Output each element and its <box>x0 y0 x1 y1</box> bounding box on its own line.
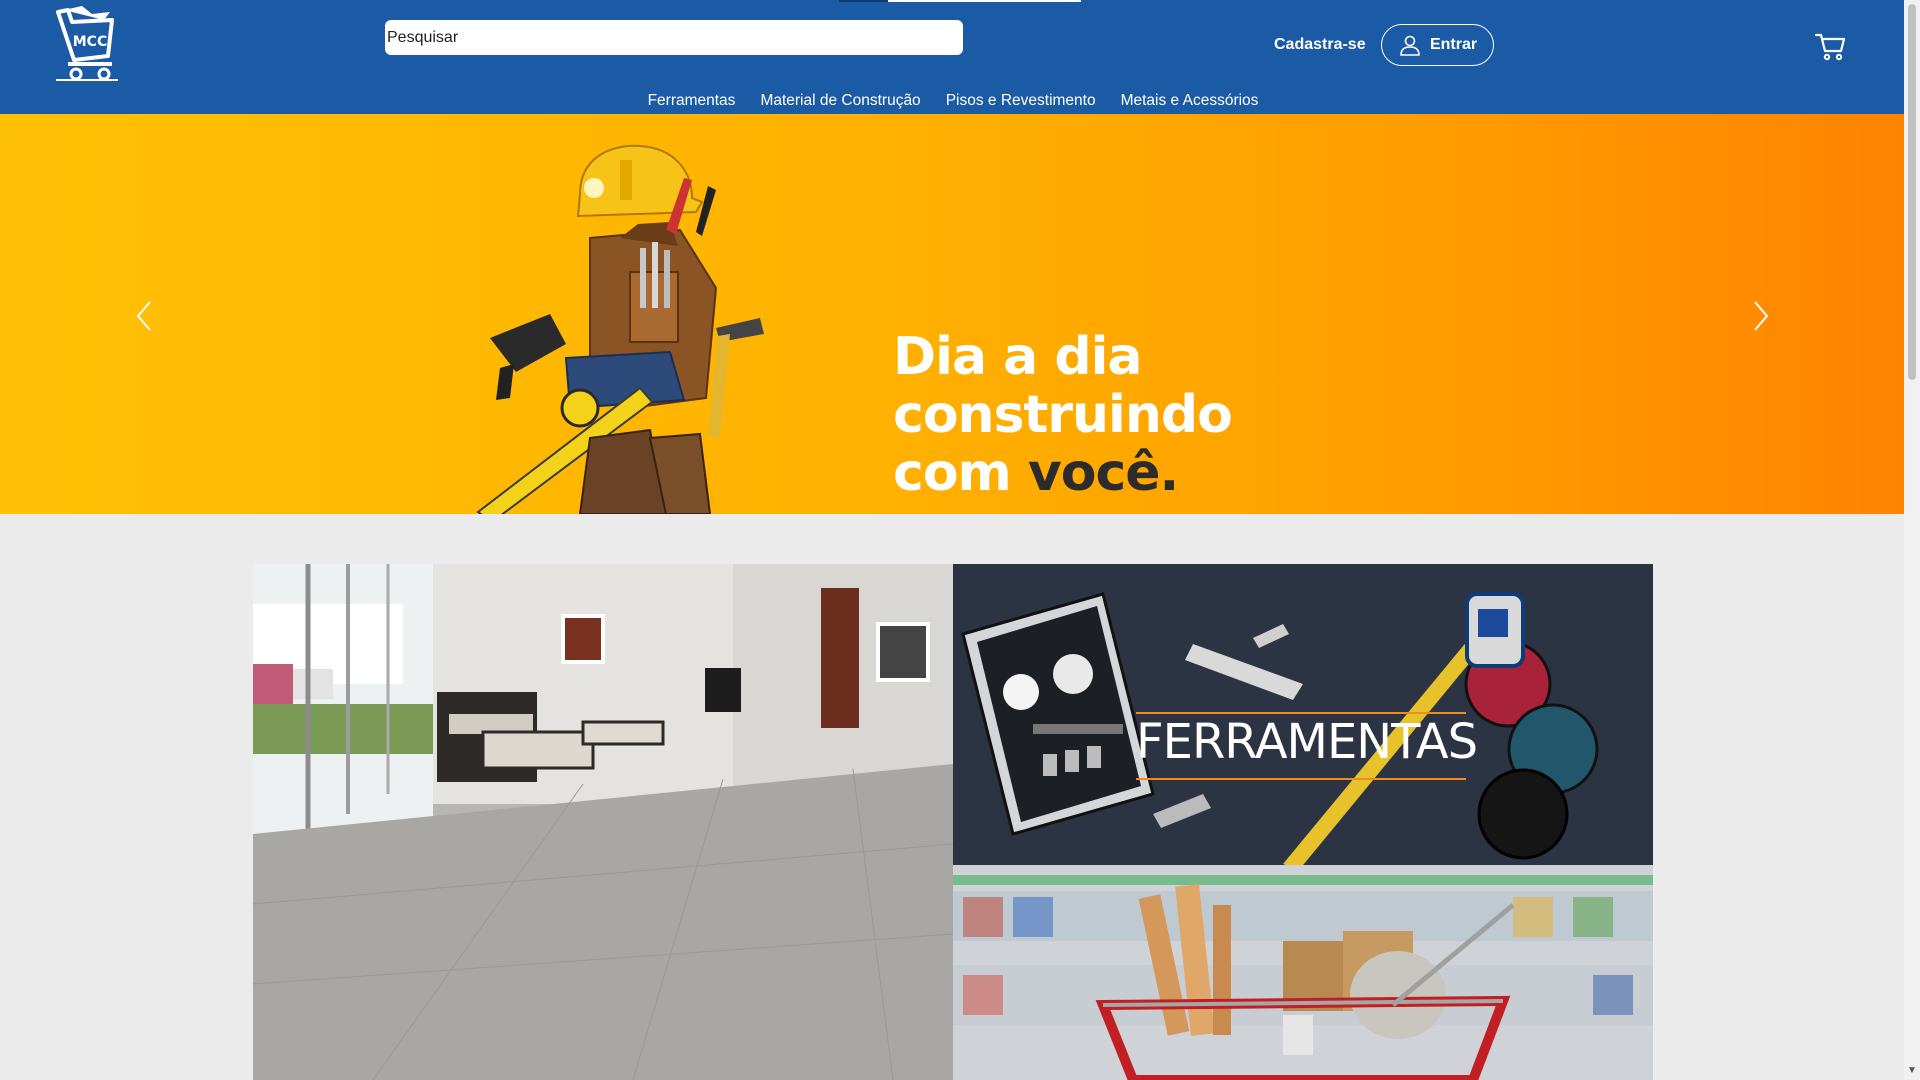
signup-link[interactable]: Cadastra-se <box>1274 36 1366 54</box>
category-tile-material[interactable] <box>953 865 1653 1080</box>
category-tile-pisos[interactable] <box>253 564 953 1080</box>
site-header: MCC Cadastra-se Entrar Ferramentas Mater… <box>0 0 1904 114</box>
search-input[interactable] <box>385 20 963 55</box>
construction-tools-illustration <box>476 144 764 514</box>
nav-item-metais-acessorios[interactable]: Metais e Acessórios <box>1121 92 1259 110</box>
user-icon <box>1400 35 1420 56</box>
scroll-down-icon[interactable]: ▼ <box>1907 1066 1917 1076</box>
top-strip-dark <box>839 0 888 2</box>
tools-category-label: FERRAMENTAS <box>1136 714 1478 770</box>
chevron-left-icon[interactable] <box>130 294 158 338</box>
top-strip-light <box>888 0 1081 2</box>
hero-line-1: Dia a dia <box>893 327 1143 387</box>
category-nav: Ferramentas Material de Construção Pisos… <box>0 92 1904 110</box>
hero-line-3-a: com <box>893 443 1028 503</box>
hero-line-2: construindo <box>893 385 1233 445</box>
login-button[interactable]: Entrar <box>1381 24 1494 66</box>
chevron-right-icon[interactable] <box>1747 294 1775 338</box>
page-scrollbar[interactable]: ▼ <box>1904 0 1920 1080</box>
nav-item-pisos-revestimento[interactable]: Pisos e Revestimento <box>946 92 1096 110</box>
hero-headline: Dia a dia construindo com você. <box>893 327 1233 502</box>
cart-logo-icon[interactable]: MCC <box>52 6 122 82</box>
hero-line-3: com você. <box>893 444 1232 502</box>
floor-room-image <box>253 564 953 1080</box>
nav-item-ferramentas[interactable]: Ferramentas <box>648 92 736 110</box>
logo-text: MCC <box>73 34 107 50</box>
category-tile-ferramentas[interactable]: FERRAMENTAS <box>953 564 1653 865</box>
hero-banner: Dia a dia construindo com você. <box>0 114 1904 514</box>
nav-item-material-construcao[interactable]: Material de Construção <box>760 92 920 110</box>
cart-icon[interactable] <box>1814 30 1846 62</box>
scrollbar-thumb[interactable] <box>1908 4 1916 380</box>
tools-label-bottom-line <box>1136 778 1466 780</box>
construction-basket-image <box>953 865 1653 1080</box>
login-label: Entrar <box>1429 36 1478 53</box>
hero-line-3-b: você. <box>1027 443 1179 503</box>
